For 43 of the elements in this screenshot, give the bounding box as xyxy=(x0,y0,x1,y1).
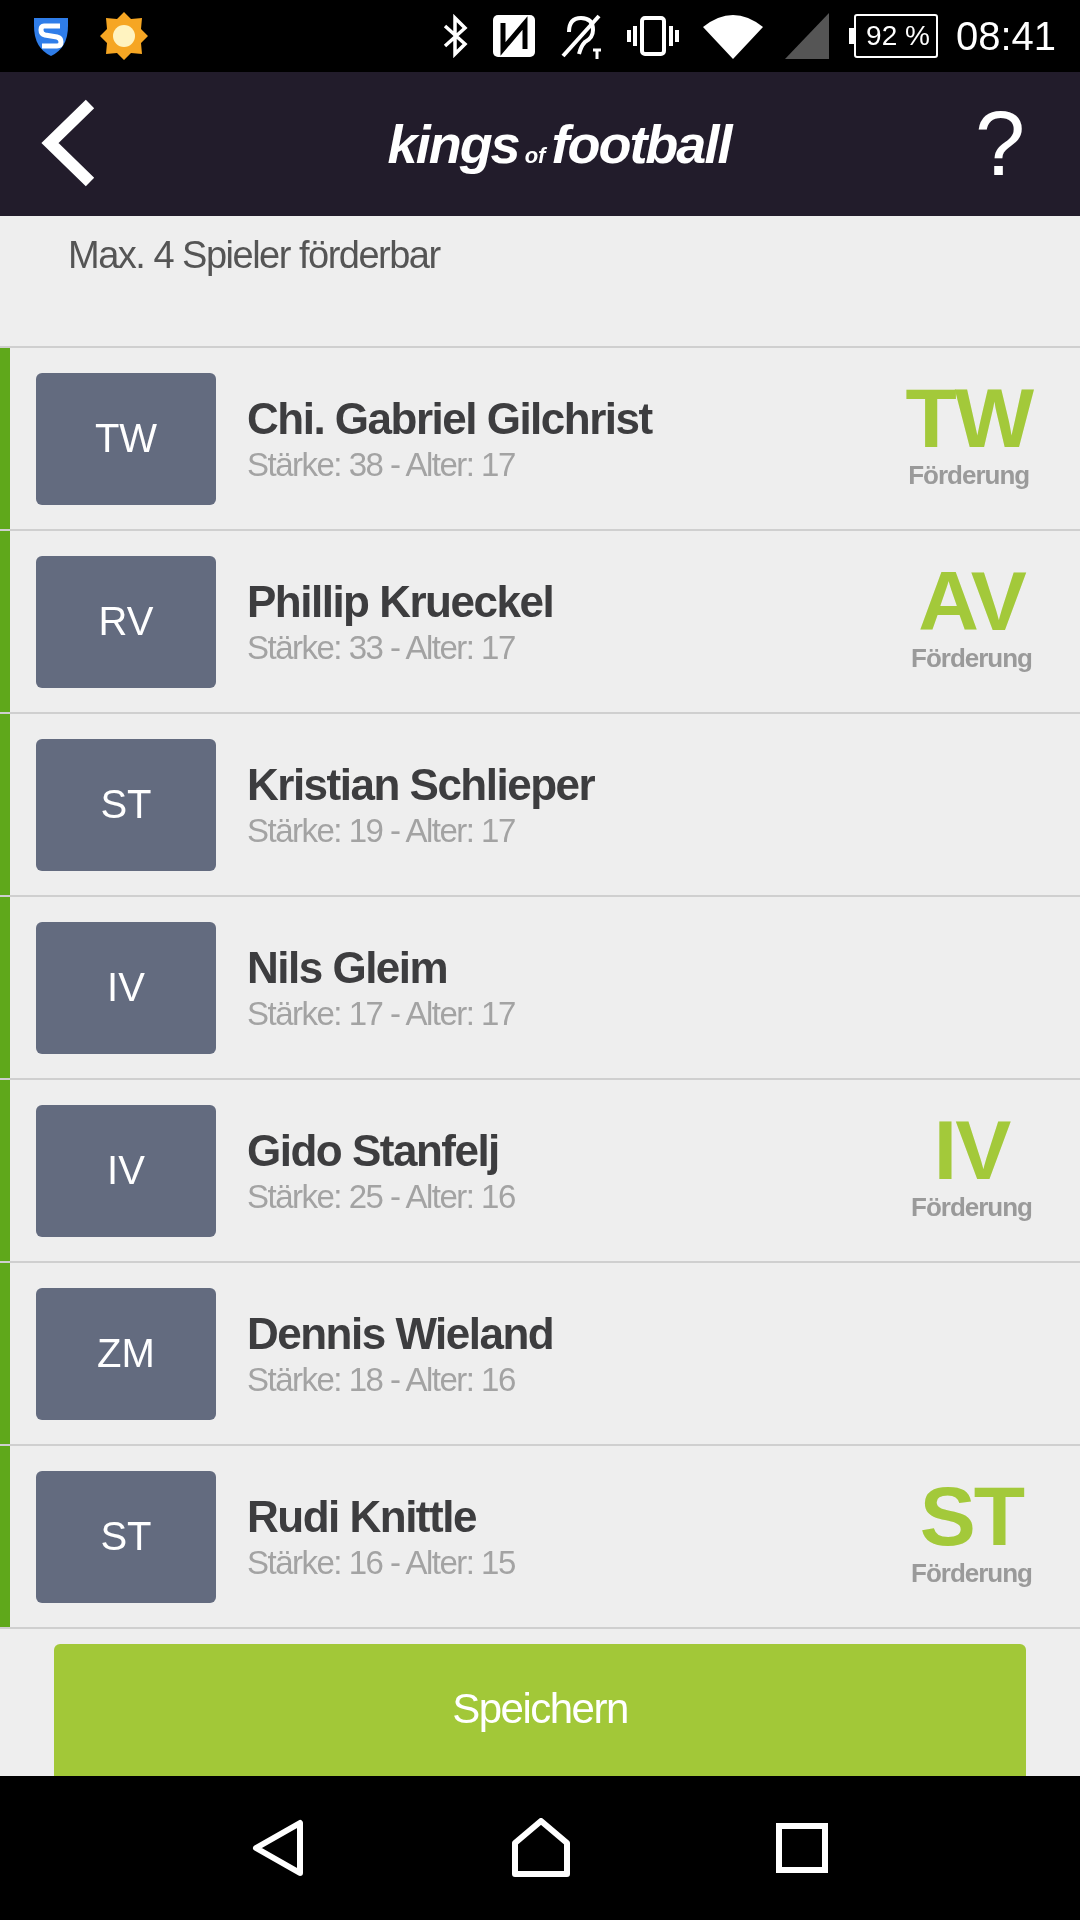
signal-icon xyxy=(785,13,830,59)
position-label: IV xyxy=(36,921,216,1054)
player-stats: Stärke: 18 - Alter: 16 xyxy=(247,1360,516,1399)
position-label: TW xyxy=(36,372,216,505)
info-text: Max. 4 Spieler förderbar xyxy=(68,234,440,276)
promotion-position: IV xyxy=(933,1108,1010,1192)
promotion-position: ST xyxy=(919,1474,1024,1558)
promotion-label: Förderung xyxy=(908,460,1030,491)
nfc-icon xyxy=(491,13,538,59)
promotion-label: Förderung xyxy=(911,1192,1032,1223)
recents-nav-button[interactable] xyxy=(775,1823,828,1873)
player-stats: Stärke: 17 - Alter: 17 xyxy=(247,994,516,1033)
sun-icon xyxy=(98,10,150,62)
position-label: ST xyxy=(36,1470,216,1603)
player-name: Rudi Knittle xyxy=(247,1491,477,1542)
player-stats: Stärke: 25 - Alter: 16 xyxy=(247,1177,516,1216)
help-button[interactable]: ? xyxy=(960,92,1040,196)
player-stats: Stärke: 19 - Alter: 17 xyxy=(247,811,516,850)
player-name: Kristian Schlieper xyxy=(247,759,596,810)
player-name: Dennis Wieland xyxy=(247,1308,555,1359)
player-name: Chi. Gabriel Gilchrist xyxy=(247,393,654,444)
player-name: Phillip Krueckel xyxy=(247,576,555,627)
player-stats: Stärke: 33 - Alter: 17 xyxy=(247,628,516,667)
app-logo: kings of football xyxy=(387,113,731,175)
player-name: Nils Gleim xyxy=(247,942,449,993)
position-label: ZM xyxy=(36,1287,216,1420)
home-nav-button[interactable] xyxy=(511,1818,571,1878)
promotion-position: TW xyxy=(905,376,1032,460)
hearing-aid-icon xyxy=(559,12,604,60)
bluetooth-icon xyxy=(441,14,470,58)
promotion-label: Förderung xyxy=(911,643,1032,674)
promotion-label: Förderung xyxy=(911,1558,1032,1589)
battery-indicator: 92 % xyxy=(849,14,938,58)
position-label: IV xyxy=(36,1104,216,1237)
promotion-position: AV xyxy=(918,559,1025,643)
player-name: Gido Stanfelj xyxy=(247,1125,500,1176)
clock-time: 08:41 xyxy=(955,13,1056,59)
player-stats: Stärke: 38 - Alter: 17 xyxy=(247,445,516,484)
position-label: RV xyxy=(36,555,216,688)
player-stats: Stärke: 16 - Alter: 15 xyxy=(247,1543,516,1582)
wifi-icon xyxy=(703,13,764,59)
position-label: ST xyxy=(36,738,216,871)
vibrate-icon xyxy=(625,14,682,58)
